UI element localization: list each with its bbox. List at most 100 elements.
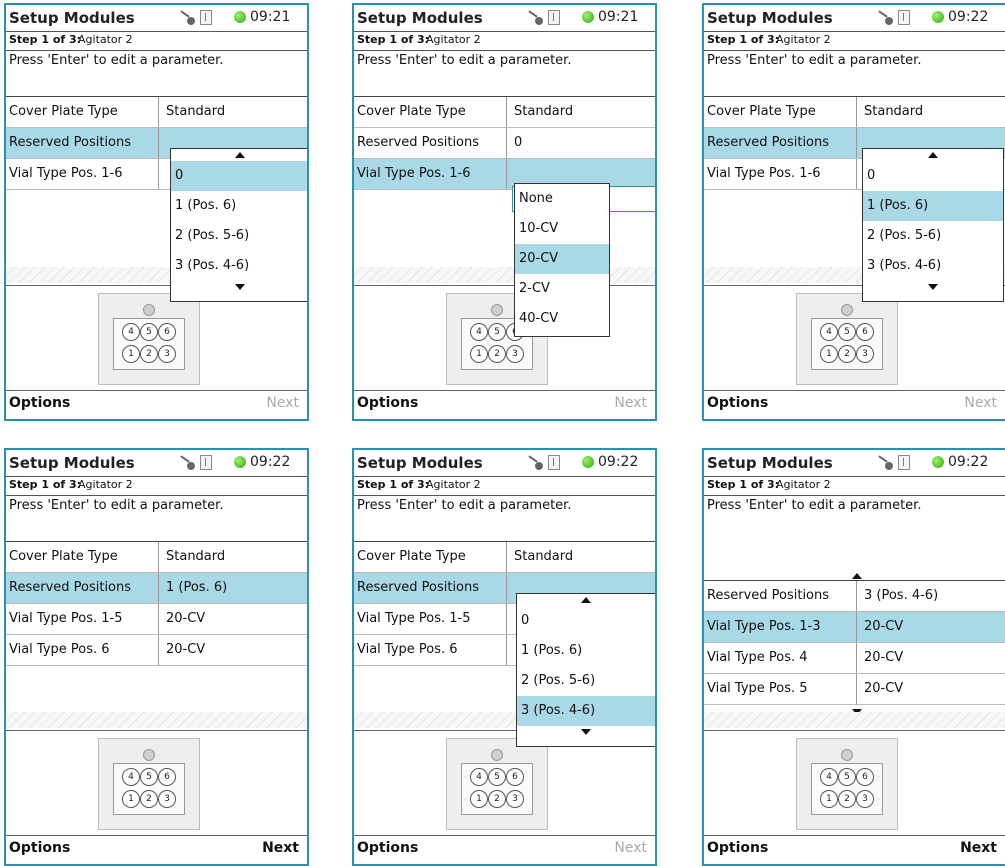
param-row[interactable]: Cover Plate Type Standard (704, 97, 1005, 128)
param-row[interactable]: Cover Plate Type Standard (354, 97, 655, 128)
dropdown-option[interactable]: None (515, 184, 609, 214)
dropdown-option[interactable]: 2 (Pos. 5-6) (171, 221, 307, 251)
step-bar: Step 1 of 3: Agitator 2 (704, 476, 1005, 496)
usb-icon (898, 455, 910, 470)
param-row[interactable]: Vial Type Pos. 1-3 20-CV (704, 612, 1005, 643)
param-row[interactable]: Reserved Positions 3 (Pos. 4-6) (704, 581, 1005, 612)
param-row[interactable]: Cover Plate Type Standard (6, 542, 307, 573)
next-button[interactable]: Next (614, 840, 647, 856)
vial-plate: 4 5 6 1 2 3 (113, 763, 185, 815)
options-button[interactable]: Options (9, 840, 70, 856)
status-dot-icon (234, 11, 246, 23)
param-row[interactable]: Reserved Positions 1 (Pos. 6) (6, 573, 307, 604)
param-label: Vial Type Pos. 4 (707, 650, 808, 665)
next-button[interactable]: Next (960, 840, 997, 856)
step-label: Step 1 of 3: (357, 33, 430, 46)
scroll-up-icon[interactable] (852, 573, 862, 579)
hint-text: Press 'Enter' to edit a parameter. (707, 498, 922, 513)
scroll-down-icon[interactable] (581, 729, 591, 735)
next-button[interactable]: Next (262, 840, 299, 856)
param-row[interactable]: Reserved Positions 0 (354, 128, 655, 159)
scroll-up-icon[interactable] (235, 152, 245, 158)
divider (6, 730, 307, 731)
hint-text: Press 'Enter' to edit a parameter. (357, 53, 572, 68)
param-label: Vial Type Pos. 1-5 (9, 611, 123, 626)
panel-5: Setup Modules 09:22 Step 1 of 3: Agitato… (352, 448, 657, 866)
param-row[interactable]: Vial Type Pos. 4 20-CV (704, 643, 1005, 674)
param-value: 20-CV (864, 681, 904, 696)
dropdown-option[interactable]: 2 (Pos. 5-6) (517, 666, 655, 696)
param-row[interactable]: Cover Plate Type Standard (6, 97, 307, 128)
step-bar: Step 1 of 3: Agitator 2 (6, 31, 307, 51)
panel-4: Setup Modules 09:22 Step 1 of 3: Agitato… (4, 448, 309, 866)
param-label: Cover Plate Type (9, 549, 118, 564)
agitator-graphic: 4 5 6 1 2 3 (98, 738, 200, 830)
usb-icon (898, 10, 910, 25)
vial-icon: 5 (488, 323, 506, 341)
param-label: Vial Type Pos. 6 (9, 642, 110, 657)
param-row[interactable]: Cover Plate Type Standard (354, 542, 655, 573)
vial-icon: 4 (122, 323, 140, 341)
vial-plate: 4 5 6 1 2 3 (113, 318, 185, 370)
title-bar: Setup Modules 09:22 (704, 5, 1005, 31)
vial-plate: 4 5 6 1 2 3 (811, 763, 883, 815)
dropdown-list[interactable]: 0 1 (Pos. 6) 2 (Pos. 5-6) 3 (Pos. 4-6) (516, 593, 655, 747)
next-button[interactable]: Next (614, 395, 647, 411)
vial-icon: 1 (470, 345, 488, 363)
param-value: 1 (Pos. 6) (166, 580, 228, 595)
next-button[interactable]: Next (266, 395, 299, 411)
scroll-down-icon[interactable] (928, 284, 938, 290)
panel-1: Setup Modules 09:21 Step 1 of 3: Agitato… (4, 3, 309, 421)
scroll-down-icon[interactable] (235, 284, 245, 290)
options-button[interactable]: Options (707, 395, 768, 411)
dropdown-option[interactable]: 1 (Pos. 6) (171, 191, 307, 221)
scroll-up-icon[interactable] (928, 152, 938, 158)
options-button[interactable]: Options (357, 840, 418, 856)
status-dot-icon (234, 456, 246, 468)
vial-icon: 4 (470, 323, 488, 341)
param-value: 3 (Pos. 4-6) (864, 588, 939, 603)
dropdown-option[interactable]: 20-CV (515, 244, 609, 274)
scroll-up-icon[interactable] (581, 597, 591, 603)
dropdown-list[interactable]: None 10-CV 20-CV 2-CV 40-CV (514, 183, 610, 337)
dropdown-option[interactable]: 1 (Pos. 6) (517, 636, 655, 666)
vial-icon: 6 (158, 323, 176, 341)
dropdown-list[interactable]: 0 1 (Pos. 6) 2 (Pos. 5-6) 3 (Pos. 4-6) (170, 148, 307, 302)
param-label: Vial Type Pos. 1-6 (707, 166, 821, 181)
dropdown-option[interactable]: 0 (517, 606, 655, 636)
status-icons (526, 9, 562, 27)
hint-text: Press 'Enter' to edit a parameter. (357, 498, 572, 513)
module-name: Agitator 2 (426, 33, 481, 46)
clock: 09:22 (250, 454, 291, 470)
step-label: Step 1 of 3: (707, 478, 780, 491)
dropdown-option[interactable]: 10-CV (515, 214, 609, 244)
page-title: Setup Modules (707, 9, 833, 27)
vial-icon: 2 (488, 345, 506, 363)
dropdown-option[interactable]: 3 (Pos. 4-6) (863, 251, 1003, 281)
dropdown-list[interactable]: 0 1 (Pos. 6) 2 (Pos. 5-6) 3 (Pos. 4-6) (862, 148, 1004, 302)
options-button[interactable]: Options (707, 840, 768, 856)
param-row[interactable]: Vial Type Pos. 1-5 20-CV (6, 604, 307, 635)
key-icon (528, 10, 543, 25)
dropdown-option[interactable]: 3 (Pos. 4-6) (171, 251, 307, 281)
usb-icon (548, 10, 560, 25)
param-label: Cover Plate Type (357, 104, 466, 119)
options-button[interactable]: Options (9, 395, 70, 411)
dropdown-option[interactable]: 0 (171, 161, 307, 191)
dropdown-option[interactable]: 0 (863, 161, 1003, 191)
bottom-bar: Options Next (354, 390, 655, 419)
next-button[interactable]: Next (964, 395, 997, 411)
param-row[interactable]: Vial Type Pos. 6 20-CV (6, 635, 307, 666)
dropdown-option[interactable]: 40-CV (515, 304, 609, 334)
module-name: Agitator 2 (78, 33, 133, 46)
dropdown-option[interactable]: 3 (Pos. 4-6) (517, 696, 655, 726)
param-row[interactable]: Vial Type Pos. 5 20-CV (704, 674, 1005, 705)
dropdown-option[interactable]: 1 (Pos. 6) (863, 191, 1003, 221)
dropdown-option[interactable]: 2-CV (515, 274, 609, 304)
param-label: Vial Type Pos. 1-6 (9, 166, 123, 181)
param-value: Standard (166, 549, 226, 564)
status-dot-icon (932, 11, 944, 23)
dropdown-option[interactable]: 2 (Pos. 5-6) (863, 221, 1003, 251)
vial-icon: 2 (838, 790, 856, 808)
options-button[interactable]: Options (357, 395, 418, 411)
